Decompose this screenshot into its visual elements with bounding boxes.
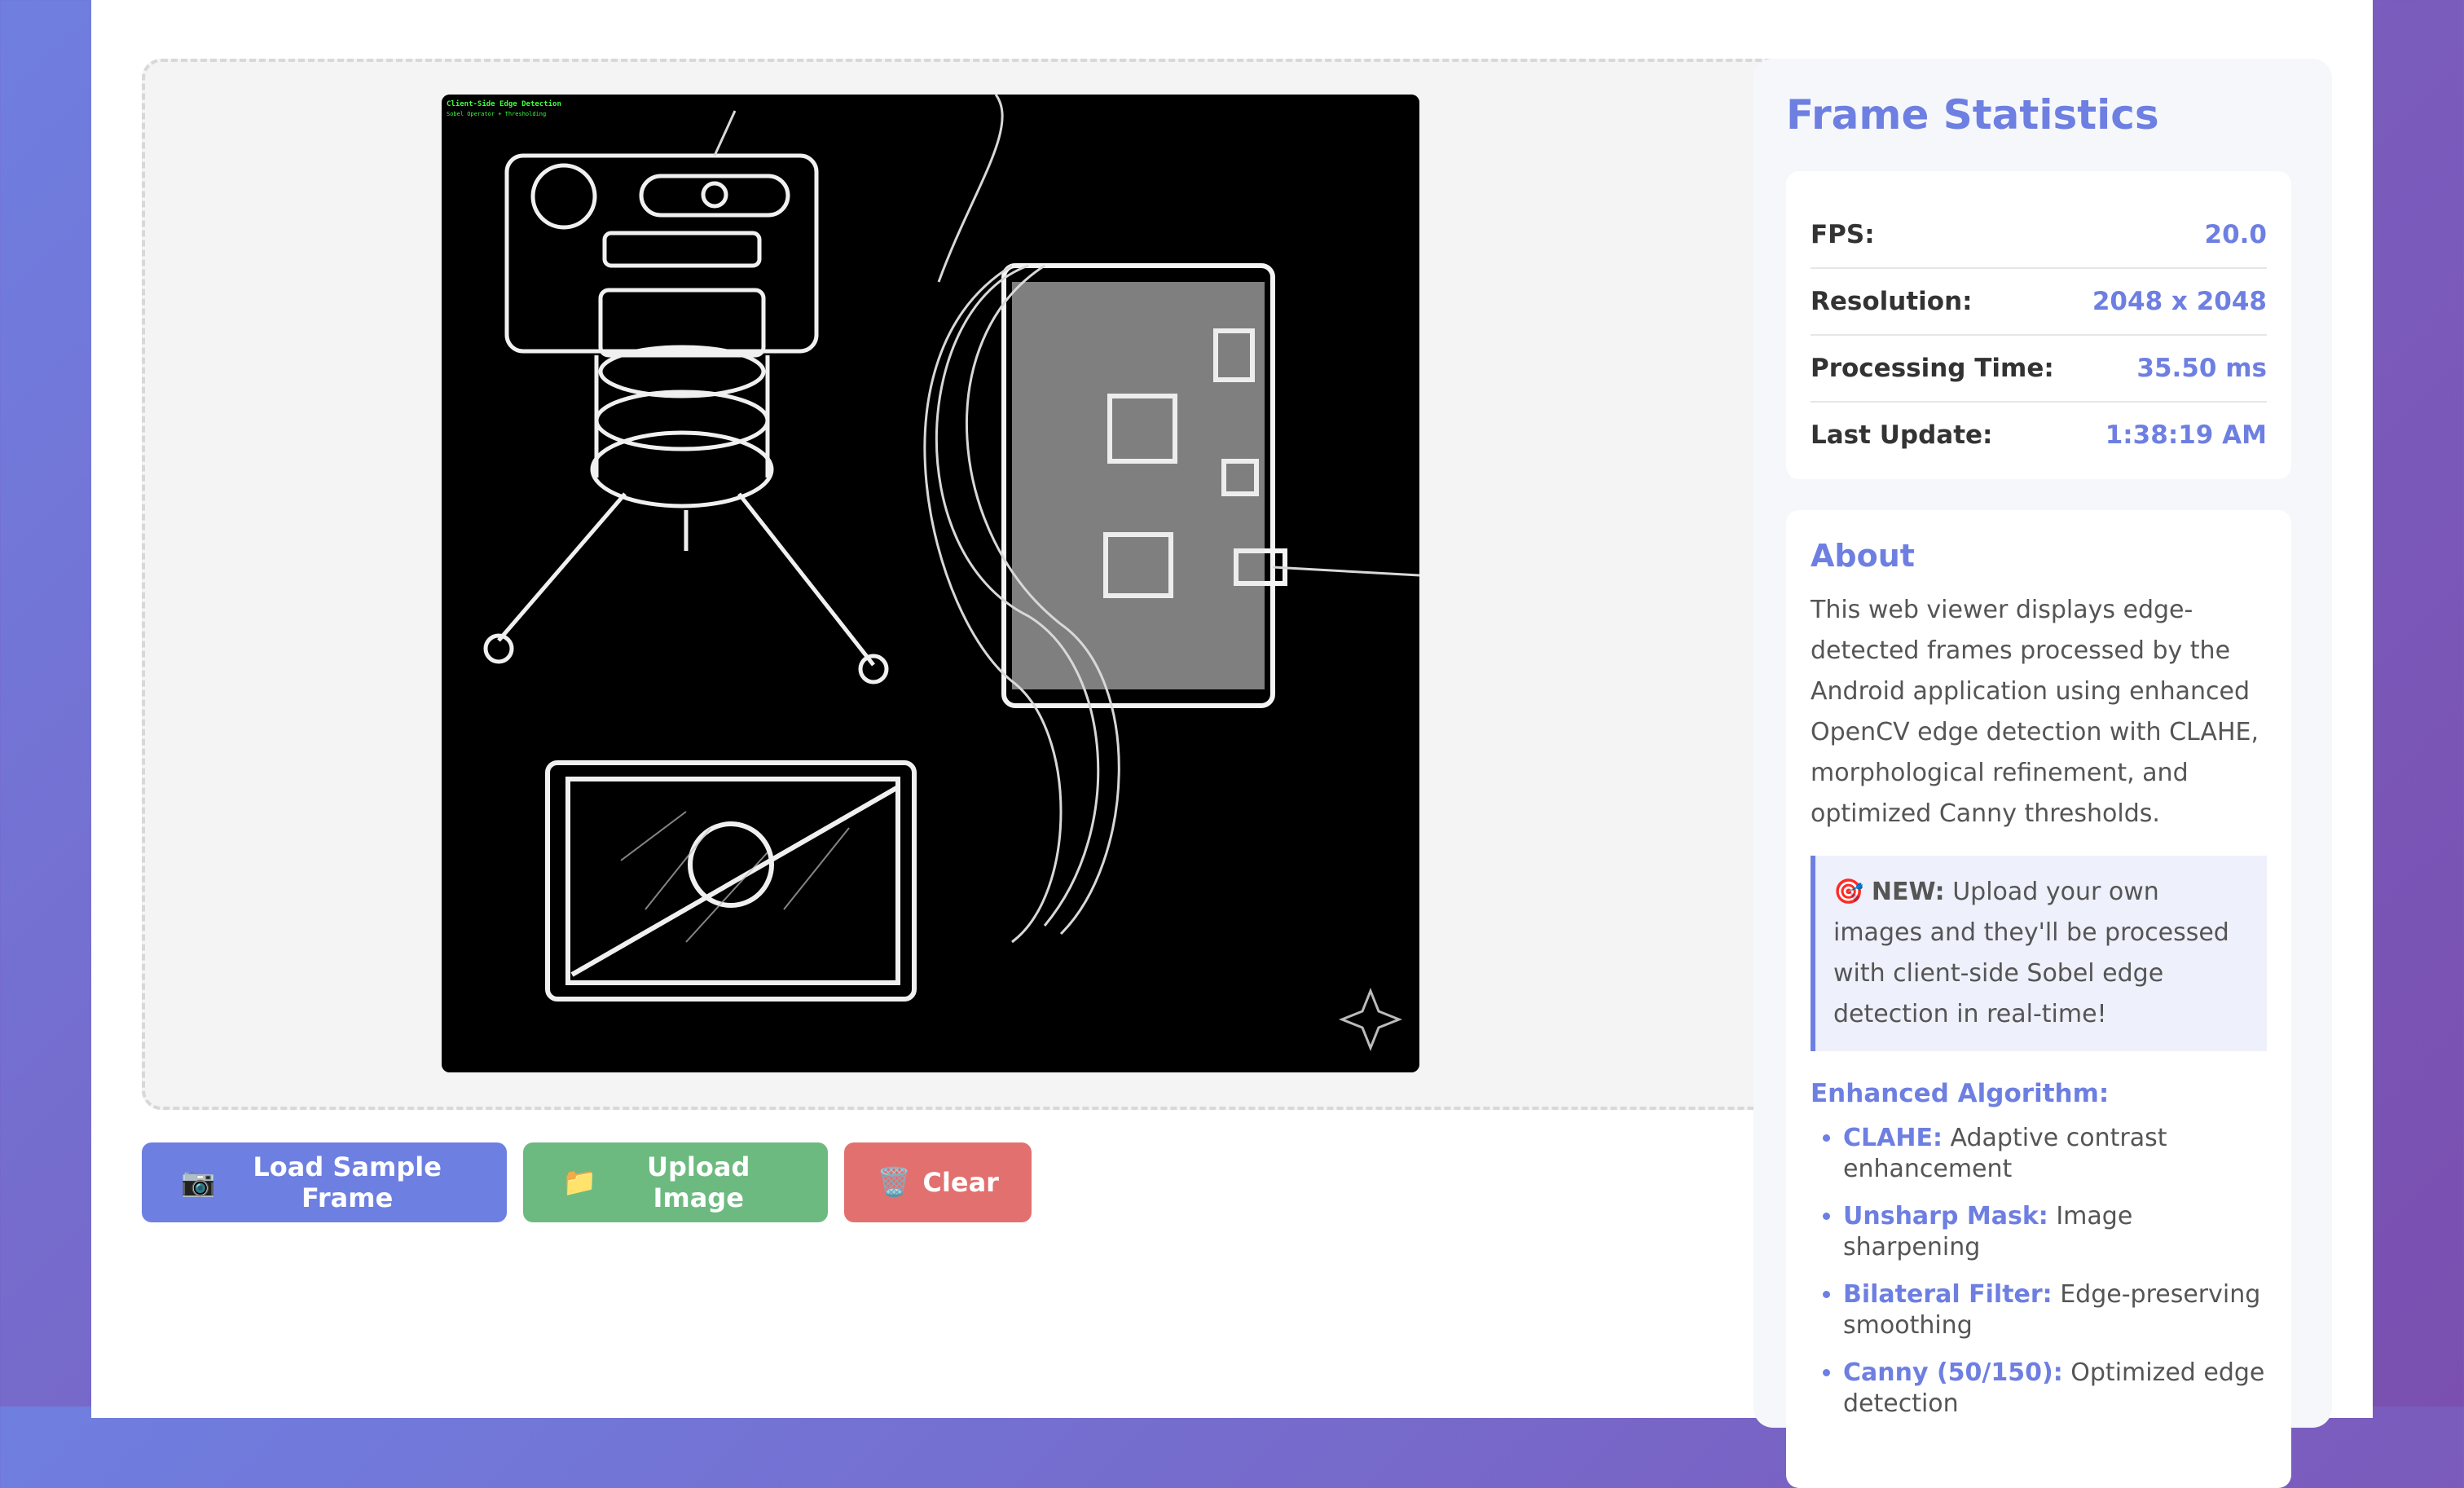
main-card: Client-Side Edge Detection Sobel Operato… [91, 0, 2373, 1488]
edge-image-svg: Client-Side Edge Detection Sobel Operato… [442, 95, 1419, 1072]
processing-time-value: 35.50 ms [2136, 354, 2267, 383]
algo-key: Bilateral Filter: [1843, 1280, 2053, 1309]
load-sample-frame-button[interactable]: 📷 Load Sample Frame [142, 1142, 507, 1222]
new-feature-callout: 🎯 NEW: Upload your own images and they'l… [1811, 856, 2267, 1051]
load-sample-frame-label: Load Sample Frame [253, 1151, 442, 1213]
stat-row-processing-time: Processing Time: 35.50 ms [1811, 336, 2267, 403]
edge-detected-frame: Client-Side Edge Detection Sobel Operato… [442, 95, 1419, 1072]
overlay-subtitle: Sobel Operator + Thresholding [447, 111, 546, 117]
algorithm-title: Enhanced Algorithm: [1811, 1079, 2110, 1108]
camera-icon: 📷 [181, 1166, 216, 1199]
list-item: Unsharp Mask: Image sharpening [1843, 1201, 2267, 1263]
upload-image-button[interactable]: 📁 Upload Image [523, 1142, 828, 1222]
resolution-value: 2048 x 2048 [2092, 287, 2267, 316]
board-texture [1012, 282, 1265, 689]
viewer-panel: Client-Side Edge Detection Sobel Operato… [142, 59, 1817, 1222]
list-item: Canny (50/150): Optimized edge detection [1843, 1358, 2267, 1420]
upload-image-label: Upload Image [647, 1151, 750, 1213]
trash-icon: 🗑️ [877, 1166, 912, 1199]
stats-box: FPS: 20.0 Resolution: 2048 x 2048 Proces… [1786, 171, 2291, 479]
algorithm-list: CLAHE: Adaptive contrast enhancement Uns… [1811, 1123, 2267, 1420]
list-item: Bilateral Filter: Edge-preserving smooth… [1843, 1279, 2267, 1341]
target-icon: 🎯 [1833, 878, 1864, 906]
about-box: About This web viewer displays edge-dete… [1786, 510, 2291, 1488]
folder-icon: 📁 [562, 1166, 597, 1199]
last-update-value: 1:38:19 AM [2105, 420, 2267, 450]
algo-key: CLAHE: [1843, 1124, 1943, 1152]
frame-statistics-title: Frame Statistics [1786, 91, 2159, 139]
stat-label: Last Update: [1811, 420, 1993, 450]
fps-value: 20.0 [2204, 220, 2268, 249]
stat-row-last-update: Last Update: 1:38:19 AM [1811, 403, 2267, 468]
stat-label: Processing Time: [1811, 354, 2054, 383]
stat-label: Resolution: [1811, 287, 1973, 316]
new-label: NEW: [1871, 878, 1945, 906]
frame-drop-zone[interactable]: Client-Side Edge Detection Sobel Operato… [142, 59, 1817, 1110]
clear-button[interactable]: 🗑️ Clear [844, 1142, 1032, 1222]
overlay-title: Client-Side Edge Detection [447, 99, 561, 108]
list-item: CLAHE: Adaptive contrast enhancement [1843, 1123, 2267, 1185]
algo-key: Canny (50/150): [1843, 1358, 2063, 1387]
action-buttons: 📷 Load Sample Frame 📁 Upload Image 🗑️ Cl… [142, 1142, 1814, 1222]
stat-row-resolution: Resolution: 2048 x 2048 [1811, 269, 2267, 336]
clear-label: Clear [922, 1167, 999, 1198]
stat-label: FPS: [1811, 220, 1875, 249]
about-title: About [1811, 538, 1915, 574]
sidebar: Frame Statistics FPS: 20.0 Resolution: 2… [1753, 59, 2332, 1488]
stat-row-fps: FPS: 20.0 [1811, 202, 2267, 269]
algo-key: Unsharp Mask: [1843, 1202, 2048, 1230]
about-text: This web viewer displays edge-detected f… [1811, 596, 2259, 828]
